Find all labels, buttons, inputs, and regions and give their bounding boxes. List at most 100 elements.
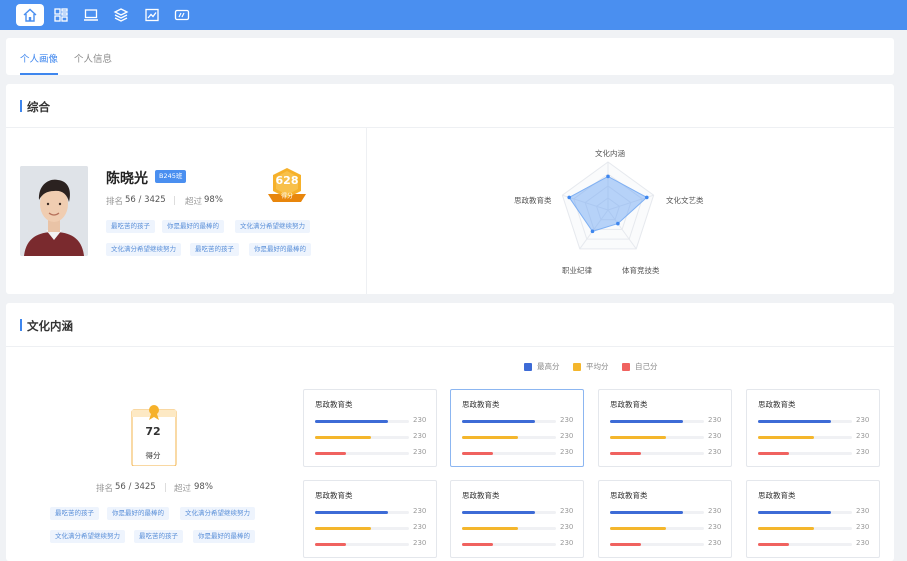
bar-value: 230 xyxy=(413,539,427,547)
score-bar-avg: 230 xyxy=(758,523,874,533)
score-card-title: 思政教育类 xyxy=(462,400,500,409)
bar-value: 230 xyxy=(708,507,722,515)
bar-fill xyxy=(610,527,666,530)
bar-value: 230 xyxy=(856,507,870,515)
bar-track xyxy=(315,436,409,439)
exceed-label: 超过 xyxy=(185,197,203,207)
tab-personal-info[interactable]: 个人信息 xyxy=(74,51,112,65)
bar-fill xyxy=(610,511,683,514)
bar-track xyxy=(758,511,852,514)
bar-fill xyxy=(315,452,346,455)
bar-track xyxy=(758,452,852,455)
bar-fill xyxy=(610,543,641,546)
layers-icon[interactable] xyxy=(107,4,135,26)
radar-axis-label: 思政教育类 xyxy=(514,196,552,205)
radar-axis-label: 体育竞技类 xyxy=(622,266,660,275)
bar-value: 230 xyxy=(413,416,427,424)
bar-fill xyxy=(610,436,666,439)
bar-track xyxy=(462,511,556,514)
score-label: 得分 xyxy=(280,193,293,200)
rank-value: 56 / 3425 xyxy=(125,195,166,205)
tab-profile[interactable]: 个人画像 xyxy=(20,51,58,65)
bar-value: 230 xyxy=(560,448,574,456)
tag: 最吃苦的孩子 xyxy=(134,530,183,543)
score-card[interactable]: 思政教育类 230 230 230 xyxy=(450,389,584,467)
score-bar-max: 230 xyxy=(758,507,874,517)
avatar xyxy=(20,166,88,256)
score-bar-max: 230 xyxy=(315,507,431,517)
score-bar-avg: 230 xyxy=(315,523,431,533)
rank-label: 排名 xyxy=(106,197,124,207)
tag: 最吃苦的孩子 xyxy=(106,220,155,233)
bar-fill xyxy=(758,420,831,423)
tag: 文化满分希望继续努力 xyxy=(235,220,310,233)
bar-value: 230 xyxy=(560,539,574,547)
bar-track xyxy=(462,436,556,439)
bar-fill xyxy=(758,543,789,546)
score-card[interactable]: 思政教育类 230 230 230 xyxy=(303,389,437,467)
score-card[interactable]: 思政教育类 230 230 230 xyxy=(598,480,732,558)
score-card[interactable]: 思政教育类 230 230 230 xyxy=(746,480,880,558)
legend-label: 最高分 xyxy=(537,362,560,371)
score-bar-max: 230 xyxy=(610,507,726,517)
score-bar-avg: 230 xyxy=(610,432,726,442)
bar-value: 230 xyxy=(708,416,722,424)
card-icon[interactable] xyxy=(168,4,196,26)
score-bar-self: 230 xyxy=(758,539,874,549)
bar-fill xyxy=(315,511,388,514)
culture-section-title: 文化内涵 xyxy=(20,318,73,334)
score-card-title: 思政教育类 xyxy=(610,400,648,409)
bar-value: 230 xyxy=(708,432,722,440)
legend-item-avg: 平均分 xyxy=(573,361,609,372)
score-card[interactable]: 思政教育类 230 230 230 xyxy=(303,480,437,558)
score-card[interactable]: 思政教育类 230 230 230 xyxy=(450,480,584,558)
score-bar-avg: 230 xyxy=(462,432,578,442)
score-card[interactable]: 思政教育类 230 230 230 xyxy=(598,389,732,467)
tab-bar: 个人画像 个人信息 xyxy=(6,38,894,75)
culture-score: 72 xyxy=(145,425,161,438)
bar-fill xyxy=(315,420,388,423)
tag: 你是最好的最棒的 xyxy=(249,243,311,256)
laptop-icon[interactable] xyxy=(77,4,105,26)
bar-track xyxy=(758,527,852,530)
tag: 最吃苦的孩子 xyxy=(190,243,239,256)
score-bar-self: 230 xyxy=(315,448,431,458)
bar-track xyxy=(610,511,704,514)
bar-track xyxy=(315,420,409,423)
score-card-title: 思政教育类 xyxy=(758,491,796,500)
exceed-value: 98% xyxy=(204,195,223,205)
bar-track xyxy=(758,420,852,423)
tag: 文化满分希望继续努力 xyxy=(106,243,181,256)
exceed-label: 超过 xyxy=(174,484,192,494)
home-icon[interactable] xyxy=(16,4,44,26)
student-name: 陈晓光 xyxy=(106,171,148,187)
score-card[interactable]: 思政教育类 230 230 230 xyxy=(746,389,880,467)
bar-track xyxy=(315,527,409,530)
bar-value: 230 xyxy=(560,523,574,531)
bar-value: 230 xyxy=(856,432,870,440)
top-nav-bar xyxy=(0,0,907,30)
radar-chart: 文化内涵 文化文艺类 体育竞技类 职业纪律 思政教育类 xyxy=(500,140,730,290)
legend-item-max: 最高分 xyxy=(524,361,560,372)
score-bar-self: 230 xyxy=(462,539,578,549)
tag: 你是最好的最棒的 xyxy=(162,220,224,233)
radar-point xyxy=(590,229,595,234)
grid-icon[interactable] xyxy=(47,4,75,26)
legend-item-self: 自己分 xyxy=(622,361,658,372)
bar-fill xyxy=(315,527,371,530)
bar-track xyxy=(610,420,704,423)
score-bar-max: 230 xyxy=(462,416,578,426)
bar-fill xyxy=(758,436,814,439)
bar-track xyxy=(462,420,556,423)
tag: 最吃苦的孩子 xyxy=(50,507,99,520)
score-bar-self: 230 xyxy=(610,539,726,549)
bar-fill xyxy=(462,511,535,514)
legend-label: 自己分 xyxy=(635,362,658,371)
divider xyxy=(366,128,367,294)
score-card-title: 思政教育类 xyxy=(462,491,500,500)
bar-track xyxy=(610,527,704,530)
bar-value: 230 xyxy=(413,523,427,531)
bar-fill xyxy=(315,436,371,439)
chart-icon[interactable] xyxy=(138,4,166,26)
score-card-title: 思政教育类 xyxy=(758,400,796,409)
